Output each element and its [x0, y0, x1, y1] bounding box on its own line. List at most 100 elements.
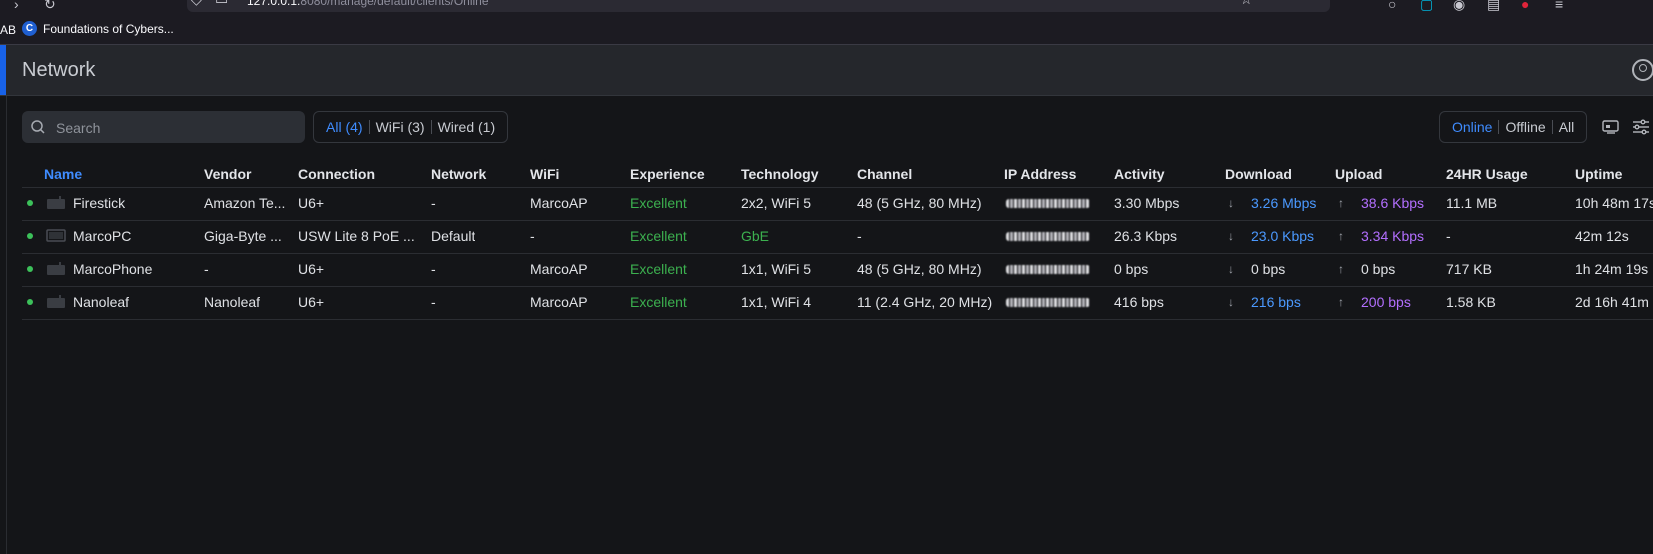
device-icon — [47, 295, 65, 308]
client-ip-redacted — [1006, 232, 1090, 241]
column-header-wifi[interactable]: WiFi — [530, 166, 559, 182]
table-row[interactable]: MarcoPC Giga-Byte ... USW Lite 8 PoE ...… — [22, 220, 1653, 254]
search-input[interactable] — [54, 111, 298, 145]
column-header-vendor[interactable]: Vendor — [204, 166, 251, 182]
bookmark-partial[interactable]: AB — [0, 23, 16, 37]
table-row[interactable]: Nanoleaf Nanoleaf U6+ - MarcoAP Excellen… — [22, 286, 1653, 320]
status-all[interactable]: All — [1553, 119, 1581, 135]
bookmarks-bar: AB C Foundations of Cybers... — [0, 14, 1653, 45]
filter-wired[interactable]: Wired (1) — [432, 119, 502, 135]
client-connection: USW Lite 8 PoE ... — [298, 228, 415, 244]
filter-wifi[interactable]: WiFi (3) — [370, 119, 431, 135]
client-vendor: Amazon Te... — [204, 195, 286, 211]
upload-arrow-icon: ↑ — [1338, 196, 1344, 210]
filter-all[interactable]: All (4) — [320, 119, 369, 135]
client-upload: 38.6 Kbps — [1361, 195, 1425, 211]
client-download: 0 bps — [1251, 261, 1286, 277]
client-vendor: - — [204, 261, 209, 277]
address-bar[interactable]: ◇ ▭ 127.0.0.1:8080/manage/default/client… — [187, 0, 1330, 12]
url-text[interactable]: 127.0.0.1:8080/manage/default/clients/On… — [247, 0, 489, 8]
client-channel: 11 (2.4 GHz, 20 MHz) — [857, 294, 993, 310]
client-download: 216 bps — [1251, 294, 1301, 310]
extension-icon[interactable]: ▢ — [1420, 0, 1433, 13]
client-upload: 0 bps — [1361, 261, 1396, 277]
search-icon — [31, 120, 45, 134]
online-status-dot — [27, 299, 33, 305]
client-name[interactable]: MarcoPhone — [73, 261, 152, 277]
client-channel: 48 (5 GHz, 80 MHz) — [857, 195, 982, 211]
column-header-network[interactable]: Network — [431, 166, 486, 182]
client-activity: 3.30 Mbps — [1114, 195, 1180, 211]
bookmark-label: Foundations of Cybers... — [43, 21, 174, 36]
client-upload: 3.34 Kbps — [1361, 228, 1425, 244]
column-header-ip-address[interactable]: IP Address — [1004, 166, 1076, 182]
client-technology: 2x2, WiFi 5 — [741, 195, 812, 211]
menu-icon[interactable]: ≡ — [1555, 0, 1563, 12]
status-online[interactable]: Online — [1446, 119, 1498, 135]
client-channel: - — [857, 228, 862, 244]
device-icon — [47, 262, 65, 275]
client-download: 23.0 Kbps — [1251, 228, 1315, 244]
download-arrow-icon: ↓ — [1228, 229, 1234, 243]
column-settings-icon[interactable] — [1631, 118, 1651, 136]
client-name[interactable]: MarcoPC — [73, 228, 131, 244]
client-connection: U6+ — [298, 294, 325, 310]
bookmark-star-icon[interactable]: ☆ — [1240, 0, 1253, 8]
browser-toolbar: › ↻ ◇ ▭ 127.0.0.1:8080/manage/default/cl… — [0, 0, 1653, 14]
status-filter: Online Offline All — [1439, 111, 1588, 143]
column-header-24hr-usage[interactable]: 24HR Usage — [1446, 166, 1528, 182]
client-wifi: MarcoAP — [530, 261, 588, 277]
user-avatar-icon[interactable] — [1632, 59, 1653, 81]
ublock-icon[interactable]: ● — [1521, 0, 1529, 12]
table-row[interactable]: MarcoPhone - U6+ - MarcoAP Excellent 1x1… — [22, 253, 1653, 287]
client-network: Default — [431, 228, 476, 244]
device-icon — [47, 196, 65, 209]
download-arrow-icon: ↓ — [1228, 262, 1234, 276]
client-experience: Excellent — [630, 261, 687, 277]
download-arrow-icon: ↓ — [1228, 196, 1234, 210]
column-header-upload[interactable]: Upload — [1335, 166, 1382, 182]
client-experience: Excellent — [630, 294, 687, 310]
client-uptime: 1h 24m 19s — [1575, 261, 1649, 277]
reload-icon[interactable]: ↻ — [44, 0, 56, 13]
column-header-activity[interactable]: Activity — [1114, 166, 1165, 182]
column-header-experience[interactable]: Experience — [630, 166, 705, 182]
client-network: - — [431, 195, 436, 211]
search-box[interactable] — [22, 111, 305, 145]
client-name[interactable]: Firestick — [73, 195, 125, 211]
client-activity: 416 bps — [1114, 294, 1164, 310]
extensions-icon[interactable]: ▤ — [1487, 0, 1500, 13]
column-header-technology[interactable]: Technology — [741, 166, 819, 182]
client-download: 3.26 Mbps — [1251, 195, 1317, 211]
client-experience: Excellent — [630, 228, 687, 244]
client-channel: 48 (5 GHz, 80 MHz) — [857, 261, 982, 277]
online-status-dot — [27, 200, 33, 206]
bookmark-foundations[interactable]: C Foundations of Cybers... — [22, 21, 174, 36]
client-vendor: Nanoleaf — [204, 294, 261, 310]
client-uptime: 10h 48m 17s — [1575, 195, 1653, 211]
client-name[interactable]: Nanoleaf — [73, 294, 129, 310]
column-header-download[interactable]: Download — [1225, 166, 1292, 182]
client-ip-redacted — [1006, 199, 1090, 208]
column-header-uptime[interactable]: Uptime — [1575, 166, 1622, 182]
client-activity: 0 bps — [1114, 261, 1149, 277]
client-24hr-usage: 1.58 KB — [1446, 294, 1496, 310]
device-view-icon[interactable] — [1601, 118, 1621, 136]
column-header-name[interactable]: Name — [44, 166, 82, 182]
left-divider — [6, 96, 7, 554]
client-24hr-usage: 11.1 MB — [1446, 195, 1498, 211]
account-icon[interactable]: ◉ — [1453, 0, 1465, 13]
column-header-connection[interactable]: Connection — [298, 166, 375, 182]
forward-arrow-icon[interactable]: › — [14, 0, 19, 12]
status-offline[interactable]: Offline — [1499, 119, 1551, 135]
upload-arrow-icon: ↑ — [1338, 295, 1344, 309]
client-connection: U6+ — [298, 261, 325, 277]
client-uptime: 2d 16h 41m — [1575, 294, 1649, 310]
table-row[interactable]: Firestick Amazon Te... U6+ - MarcoAP Exc… — [22, 187, 1653, 221]
client-connection: U6+ — [298, 195, 325, 211]
column-header-channel[interactable]: Channel — [857, 166, 912, 182]
shield-icon[interactable]: ◇ — [191, 0, 202, 8]
client-network: - — [431, 294, 436, 310]
pocket-icon[interactable]: ○ — [1388, 0, 1396, 12]
client-technology: 1x1, WiFi 5 — [741, 261, 812, 277]
